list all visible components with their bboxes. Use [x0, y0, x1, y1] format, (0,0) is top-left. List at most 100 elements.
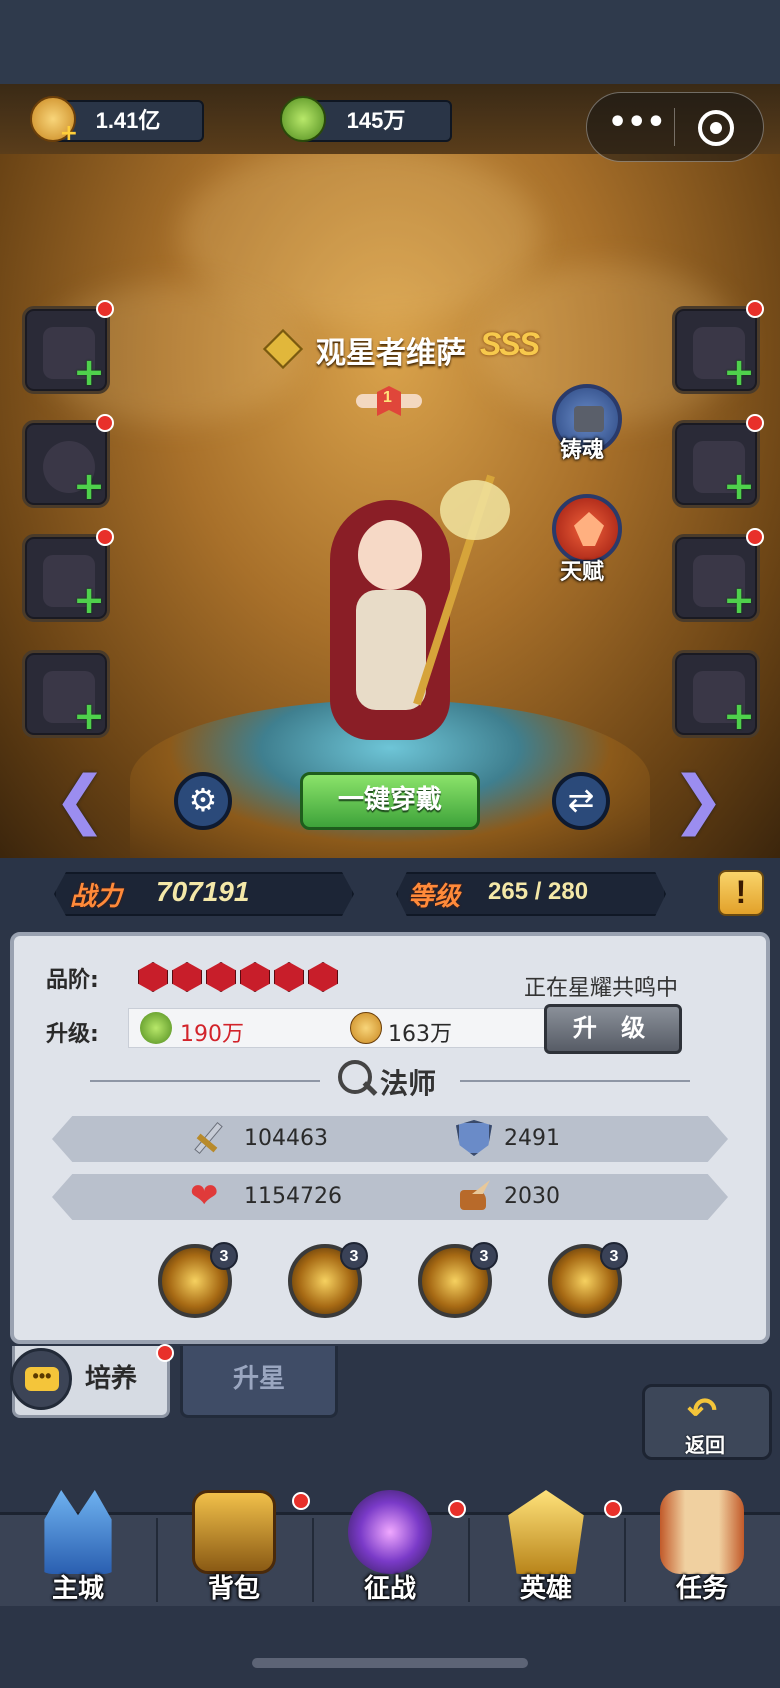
castle-icon — [44, 1490, 112, 1574]
rune-slot-3[interactable]: + — [672, 534, 760, 622]
star-level-number: 1 — [383, 389, 392, 406]
attribute-row-1 — [52, 1116, 728, 1162]
nav-backpack-badge — [292, 1492, 310, 1510]
grade-gem-icon — [206, 962, 236, 992]
gold-amount: 1.41亿 — [95, 108, 161, 133]
nav-campaign[interactable]: 征战 — [320, 1490, 460, 1608]
equip-all-button[interactable]: 一键穿戴 — [300, 772, 480, 830]
boots-slot[interactable]: + — [672, 420, 760, 508]
star-level-badge: 1 — [356, 386, 422, 416]
nav-quests-label: 任务 — [675, 1574, 728, 1604]
resonance-status: 正在星耀共鸣中 — [524, 976, 679, 1001]
dragon-portal-icon — [348, 1490, 432, 1574]
nav-campaign-badge — [448, 1500, 466, 1518]
talent-label: 天赋 — [560, 560, 605, 585]
tab-star-up-label: 升星 — [232, 1364, 285, 1394]
tab-star-up[interactable]: 升星 — [180, 1346, 338, 1418]
ability-3[interactable]: 3 — [418, 1242, 498, 1318]
nav-campaign-label: 征战 — [363, 1574, 416, 1604]
rune-slot-3-badge — [746, 528, 764, 546]
exclamation-icon: ! — [735, 874, 747, 910]
back-label: 返回 — [685, 1433, 725, 1457]
attack-value: 104463 — [244, 1126, 328, 1151]
capsule-divider — [674, 108, 675, 146]
rune-slot-1-badge — [96, 528, 114, 546]
nav-heroes-badge — [604, 1500, 622, 1518]
nav-backpack[interactable]: 背包 — [164, 1490, 304, 1608]
anvil-icon — [574, 406, 604, 432]
helmet-icon — [508, 1490, 584, 1574]
nav-main-city[interactable]: 主城 — [8, 1490, 148, 1608]
speed-value: 2030 — [504, 1184, 560, 1209]
grade-label: 品阶: — [46, 968, 99, 993]
ring-slot[interactable]: + — [22, 420, 110, 508]
chat-button[interactable]: ••• — [10, 1348, 72, 1410]
status-strip — [0, 0, 780, 84]
chat-icon: ••• — [25, 1367, 59, 1391]
nav-heroes[interactable]: 英雄 — [476, 1490, 616, 1608]
phoenix-icon — [574, 512, 604, 546]
nav-separator — [468, 1518, 470, 1602]
boots-slot-badge — [746, 414, 764, 432]
ability-4-level: 3 — [600, 1242, 628, 1270]
ability-1-level: 3 — [210, 1242, 238, 1270]
grade-gem-icon — [274, 962, 304, 992]
upgrade-button[interactable]: 升 级 — [544, 1004, 682, 1054]
swap-equipment-button[interactable]: ⇄ — [552, 772, 610, 830]
treasure-chest-icon — [192, 1490, 276, 1574]
green-orb-icon — [280, 96, 326, 142]
info-warning-button[interactable]: ! — [718, 870, 764, 916]
tab-cultivate-badge — [156, 1344, 174, 1362]
pet-slot[interactable]: + — [672, 650, 760, 738]
grade-gem-icon — [308, 962, 338, 992]
nav-separator — [624, 1518, 626, 1602]
nav-main-city-label: 主城 — [51, 1574, 104, 1604]
attribute-row-2 — [52, 1174, 728, 1220]
rune-slot-1[interactable]: + — [22, 534, 110, 622]
ability-1[interactable]: 3 — [158, 1242, 238, 1318]
weapon-slot-badge — [96, 300, 114, 318]
gold-coin-icon — [350, 1012, 382, 1044]
gold-cost: 163万 — [388, 1022, 452, 1047]
forge-soul-label: 铸魂 — [560, 438, 605, 463]
hero-rank: SSS — [480, 326, 540, 362]
grade-gem-icon — [138, 962, 168, 992]
ability-4[interactable]: 3 — [548, 1242, 628, 1318]
heart-icon: ❤ — [190, 1176, 219, 1216]
home-indicator — [252, 1658, 528, 1668]
armor-slot-badge — [746, 300, 764, 318]
back-button[interactable]: ↶ 返回 — [642, 1384, 772, 1460]
nav-quests[interactable]: 任务 — [632, 1490, 772, 1608]
grade-gem-icon — [240, 962, 270, 992]
defense-value: 2491 — [504, 1126, 560, 1151]
gold-add-icon[interactable]: + — [30, 96, 78, 146]
level-value: 265 / 280 — [488, 878, 589, 905]
sword-icon — [190, 1120, 226, 1156]
back-arrow-icon: ↶ — [687, 1391, 718, 1432]
close-miniprogram-icon[interactable] — [698, 110, 734, 146]
settings-gear-button[interactable]: ⚙ — [174, 772, 232, 830]
hp-value: 1154726 — [244, 1184, 342, 1209]
scroll-icon — [660, 1490, 744, 1574]
weapon-slot[interactable]: + — [22, 306, 110, 394]
class-name: 法师 — [380, 1067, 437, 1100]
next-hero-button[interactable]: ❯ — [666, 764, 730, 836]
ability-2-level: 3 — [340, 1242, 368, 1270]
winged-boot-icon — [456, 1178, 492, 1214]
gear-icon: ⚙ — [188, 781, 218, 819]
more-menu-icon[interactable]: ••• — [608, 108, 666, 146]
ability-2[interactable]: 3 — [288, 1242, 368, 1318]
nav-separator — [156, 1518, 158, 1602]
ability-3-level: 3 — [470, 1242, 498, 1270]
hero-name: 观星者维萨 — [316, 336, 466, 371]
grade-gem-icon — [172, 962, 202, 992]
rune-slot-2[interactable]: + — [22, 650, 110, 738]
ring-slot-badge — [96, 414, 114, 432]
nav-backpack-label: 背包 — [207, 1574, 260, 1604]
armor-slot[interactable]: + — [672, 306, 760, 394]
divider-right — [460, 1080, 690, 1082]
divider-left — [90, 1080, 320, 1082]
tab-cultivate-label: 培养 — [84, 1364, 137, 1394]
orb-cost: 190万 — [180, 1022, 244, 1047]
previous-hero-button[interactable]: ❮ — [48, 764, 112, 836]
